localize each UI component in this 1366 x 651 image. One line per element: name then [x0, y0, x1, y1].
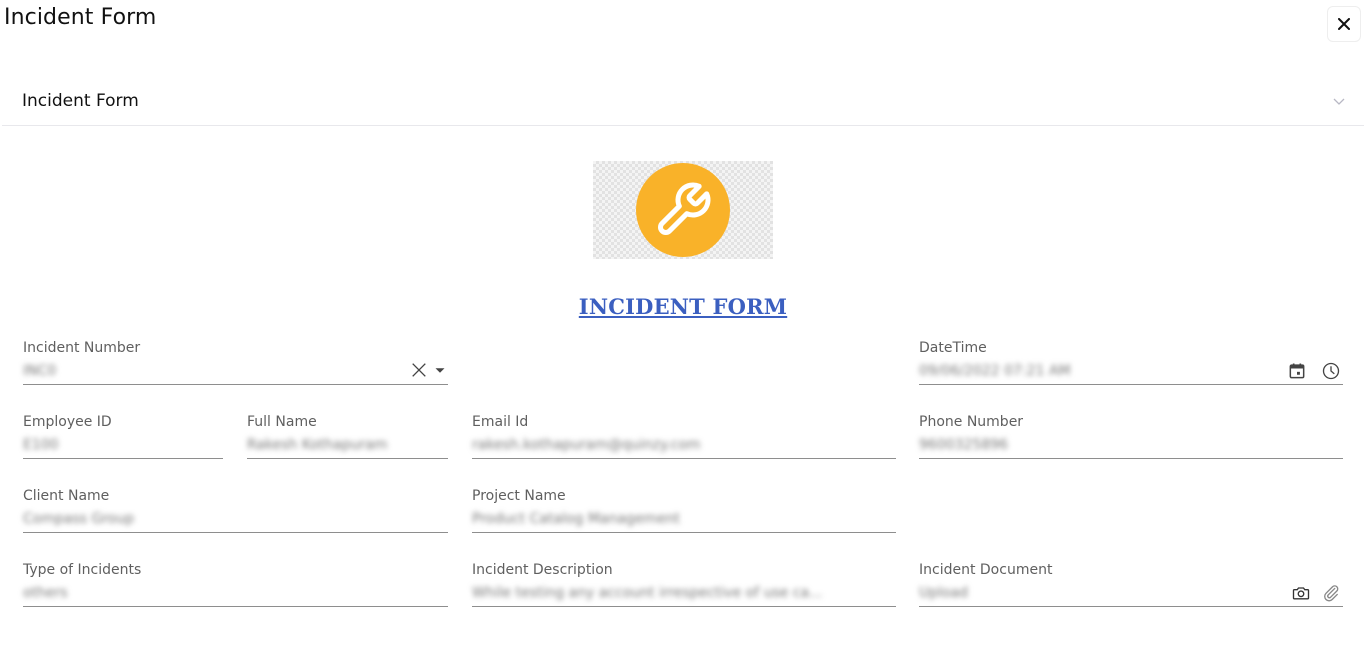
datetime-input[interactable]: 09/06/2022 07:21 AM [919, 357, 1343, 385]
email-id-value: rakesh.kothapuram@quinzy.com [472, 436, 701, 453]
project-name-value: Product Catalog Management [472, 510, 681, 527]
section-header[interactable]: Incident Form [2, 76, 1364, 126]
project-name-label: Project Name [472, 488, 566, 504]
paperclip-icon[interactable] [1321, 583, 1341, 603]
incident-document-label: Incident Document [919, 562, 1053, 578]
type-of-incidents-label: Type of Incidents [23, 562, 142, 578]
chevron-down-icon[interactable] [1332, 94, 1346, 108]
clock-icon[interactable] [1321, 361, 1341, 381]
full-name-label: Full Name [247, 414, 317, 430]
close-icon [1338, 18, 1350, 30]
client-name-label: Client Name [23, 488, 110, 504]
employee-id-input[interactable]: E100 [23, 431, 223, 459]
project-name-field[interactable]: Project Name Product Catalog Management [472, 487, 896, 533]
employee-id-value: E100 [23, 436, 59, 453]
phone-number-value: 9600325896 [919, 436, 1009, 453]
employee-id-field[interactable]: Employee ID E100 [23, 413, 223, 459]
full-name-input[interactable]: Rakesh Kothapuram [247, 431, 448, 459]
type-of-incidents-value: others [23, 584, 68, 601]
phone-number-field[interactable]: Phone Number 9600325896 [919, 413, 1343, 459]
incident-description-label: Incident Description [472, 562, 613, 578]
email-id-field[interactable]: Email Id rakesh.kothapuram@quinzy.com [472, 413, 896, 459]
client-name-field[interactable]: Client Name Compass Group [23, 487, 448, 533]
incident-description-field[interactable]: Incident Description While testing any a… [472, 561, 896, 607]
employee-id-label: Employee ID [23, 414, 112, 430]
project-name-input[interactable]: Product Catalog Management [472, 505, 896, 533]
datetime-value: 09/06/2022 07:21 AM [919, 362, 1071, 379]
incident-document-value: Upload [919, 584, 969, 601]
incident-number-value: INC0 [23, 362, 57, 379]
client-name-value: Compass Group [23, 510, 135, 527]
dropdown-arrow-icon[interactable] [434, 361, 446, 379]
incident-number-label: Incident Number [23, 340, 141, 356]
clear-icon[interactable] [410, 361, 428, 379]
phone-number-label: Phone Number [919, 414, 1024, 430]
incident-number-input[interactable]: INC0 [23, 357, 448, 385]
wrench-icon [658, 182, 711, 235]
datetime-field[interactable]: DateTime 09/06/2022 07:21 AM [919, 339, 1343, 385]
incident-document-input[interactable]: Upload [919, 579, 1343, 607]
incident-description-input[interactable]: While testing any account irrespective o… [472, 579, 896, 607]
logo-circle [636, 163, 730, 257]
email-id-input[interactable]: rakesh.kothapuram@quinzy.com [472, 431, 896, 459]
calendar-icon[interactable] [1287, 361, 1307, 381]
incident-document-field[interactable]: Incident Document Upload [919, 561, 1343, 607]
type-of-incidents-field[interactable]: Type of Incidents others [23, 561, 448, 607]
phone-number-input[interactable]: 9600325896 [919, 431, 1343, 459]
section-title: Incident Form [22, 90, 139, 111]
full-name-value: Rakesh Kothapuram [247, 436, 388, 453]
camera-icon[interactable] [1291, 583, 1311, 603]
form-logo [593, 161, 773, 259]
incident-description-value: While testing any account irrespective o… [472, 584, 823, 601]
full-name-field[interactable]: Full Name Rakesh Kothapuram [247, 413, 448, 459]
datetime-label: DateTime [919, 340, 987, 356]
close-button[interactable] [1327, 6, 1361, 42]
form-heading: INCIDENT FORM [578, 294, 788, 319]
email-id-label: Email Id [472, 414, 529, 430]
client-name-input[interactable]: Compass Group [23, 505, 448, 533]
type-of-incidents-input[interactable]: others [23, 579, 448, 607]
incident-number-field[interactable]: Incident Number INC0 [23, 339, 448, 385]
window-title: Incident Form [4, 5, 157, 30]
